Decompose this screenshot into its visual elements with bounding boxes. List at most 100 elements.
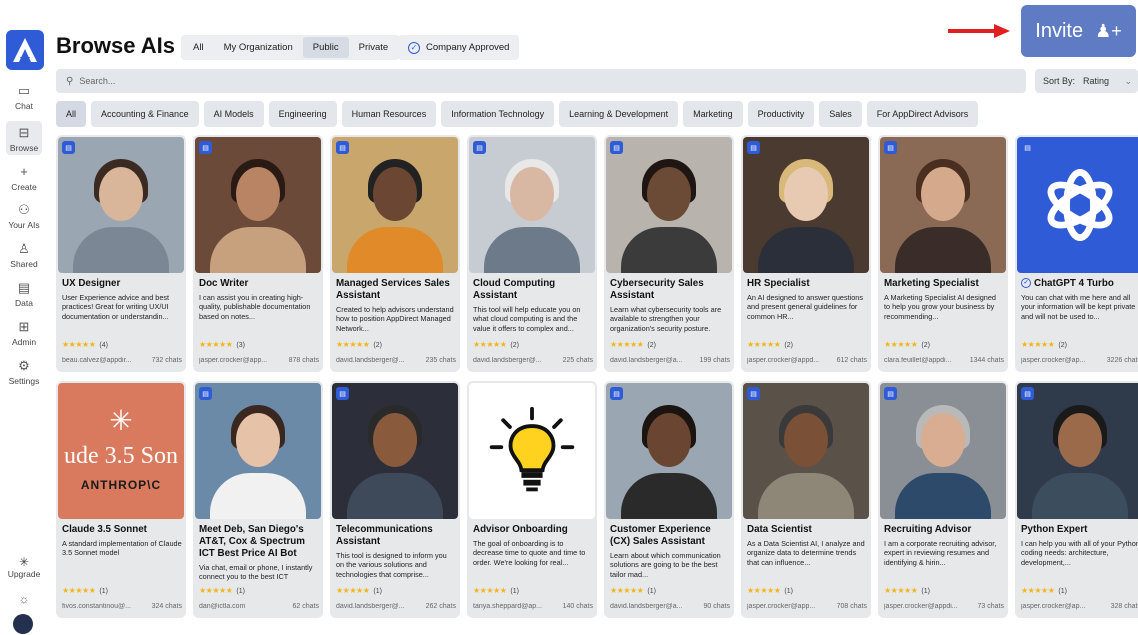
chat-count: 612 chats — [836, 357, 867, 364]
tab-public[interactable]: Public — [302, 37, 349, 58]
rating-count: (2) — [373, 342, 382, 349]
ai-card-name: ✓ ChatGPT 4 Turbo — [1021, 278, 1138, 290]
ai-card-image — [58, 137, 184, 273]
portrait-image — [195, 137, 321, 273]
avatar[interactable] — [13, 614, 33, 634]
sidebar-item-label: Shared — [10, 259, 38, 269]
rating-count: (4) — [99, 342, 108, 349]
chat-badge-icon: ▤ — [199, 387, 212, 400]
invite-label: Invite — [1035, 19, 1084, 42]
search-input[interactable]: ⚲ Search... — [56, 69, 1026, 93]
category-marketing[interactable]: Marketing — [683, 101, 743, 127]
chat-badge-icon: ▤ — [336, 387, 349, 400]
settings-icon: ⚙ — [18, 358, 30, 373]
ai-card[interactable]: Advisor Onboarding The goal of onboarding… — [467, 381, 597, 618]
ai-card-description: Learn what cybersecurity tools are avail… — [610, 305, 722, 333]
ai-card[interactable]: ▤ Customer Experience (CX) Sales Assistan… — [604, 381, 734, 618]
ai-card[interactable]: ▤ Telecommunications Assistant This tool i… — [330, 381, 460, 618]
ai-card-name: Customer Experience (CX) Sales Assistant — [610, 524, 711, 547]
star-icon: ★★★★★ — [747, 340, 781, 349]
star-icon: ★★★★★ — [473, 340, 507, 349]
app-logo[interactable] — [6, 30, 44, 70]
star-rating: ★★★★★ (1) — [199, 586, 245, 595]
star-rating: ★★★★★ (1) — [610, 586, 656, 595]
company-approved-label: Company Approved — [426, 42, 510, 53]
ai-card-name: Managed Services Sales Assistant — [336, 278, 450, 301]
sidebar-item-shared[interactable]: ♙ Shared — [0, 242, 48, 270]
sort-select[interactable]: Sort By: Rating ⌄ — [1035, 69, 1138, 93]
sidebar-item-admin[interactable]: ⊞ Admin — [0, 320, 48, 348]
ai-card[interactable]: ▤ Marketing Specialist A Marketing Special… — [878, 135, 1008, 372]
category-sales[interactable]: Sales — [819, 101, 862, 127]
sidebar-item-settings[interactable]: ⚙ Settings — [0, 358, 48, 387]
sidebar-item-create[interactable]: + Create — [0, 165, 48, 193]
ai-card-footer: dan@ictla.com 62 chats — [199, 603, 319, 610]
ai-card-name: Advisor Onboarding — [473, 524, 568, 535]
ai-card[interactable]: ▤ Python Expert I can help you with all of… — [1015, 381, 1138, 618]
star-rating: ★★★★★ (2) — [336, 340, 382, 349]
ai-card[interactable]: ▤ Cybersecurity Sales Assistant Learn what… — [604, 135, 734, 372]
ai-card-image — [880, 137, 1006, 273]
star-icon: ★★★★★ — [199, 586, 233, 595]
ai-card[interactable]: ✳ ude 3.5 Son ANTHROP\C Claude 3.5 Sonnet A … — [56, 381, 186, 618]
rating-count: (1) — [236, 588, 245, 595]
category-all[interactable]: All — [56, 101, 87, 127]
ai-card-name: Recruiting Advisor — [884, 524, 972, 535]
chat-count: 73 chats — [977, 603, 1004, 610]
category-human-resources[interactable]: Human Resources — [341, 101, 437, 127]
claude-burst-icon: ✳ — [109, 405, 133, 436]
category-productivity[interactable]: Productivity — [747, 101, 815, 127]
ai-card[interactable]: ▤ Managed Services Sales Assistant Created… — [330, 135, 460, 372]
rating-count: (2) — [784, 342, 793, 349]
sort-label: Sort By: — [1043, 76, 1076, 86]
ai-card[interactable]: ▤ Meet Deb, San Diego's AT&T, Cox & Spect… — [193, 381, 323, 618]
star-rating: ★★★★★ (2) — [884, 340, 930, 349]
chat-badge-icon: ▤ — [62, 141, 75, 154]
rating-count: (3) — [236, 342, 245, 349]
category-learning-development[interactable]: Learning & Development — [559, 101, 679, 127]
category-filters: All Accounting & Finance AI Models Engin… — [56, 101, 979, 127]
tab-private[interactable]: Private — [349, 37, 399, 58]
portrait-image — [880, 383, 1006, 519]
tab-my-organization[interactable]: My Organization — [214, 37, 303, 58]
ai-card-description: I am a corporate recruiting advisor, exp… — [884, 539, 997, 567]
ai-card-footer: tanya.sheppard@ap... 140 chats — [473, 603, 593, 610]
ai-card-footer: david.landsberger@... 262 chats — [336, 603, 456, 610]
category-engineering[interactable]: Engineering — [268, 101, 337, 127]
chat-badge-icon: ▤ — [336, 141, 349, 154]
ai-card[interactable]: ▤ Doc Writer I can assist you in creating … — [193, 135, 323, 372]
upgrade-button[interactable]: ✳ Upgrade — [0, 555, 48, 579]
your-ais-icon: ⚇ — [18, 202, 30, 217]
ai-card[interactable]: ▤ ✓ ChatGPT 4 Turbo You can chat with me he… — [1015, 135, 1138, 372]
ai-card-footer: beau.calvez@appdir... 732 chats — [62, 357, 182, 364]
category-ai-models[interactable]: AI Models — [203, 101, 264, 127]
ai-card[interactable]: ▤ HR Specialist An AI designed to answer q… — [741, 135, 871, 372]
chat-count: 732 chats — [151, 357, 182, 364]
category-accounting-finance[interactable]: Accounting & Finance — [91, 101, 199, 127]
category-information-technology[interactable]: Information Technology — [441, 101, 555, 127]
theme-toggle[interactable]: ☼ — [0, 592, 48, 606]
ai-card[interactable]: ▤ UX Designer User Experience advice and b… — [56, 135, 186, 372]
ai-card[interactable]: ▤ Recruiting Advisor I am a corporate recr… — [878, 381, 1008, 618]
author-email: david.landsberger@a... — [610, 603, 683, 610]
ai-card-name: Marketing Specialist — [884, 278, 979, 289]
sidebar-item-chat[interactable]: ▭ Chat — [0, 84, 48, 112]
category-for-appdirect-advisors[interactable]: For AppDirect Advisors — [866, 101, 979, 127]
tab-all[interactable]: All — [183, 37, 214, 58]
ai-card[interactable]: ▤ Data Scientist As a Data Scientist AI, I… — [741, 381, 871, 618]
rating-count: (1) — [921, 588, 930, 595]
chat-badge-icon: ▤ — [884, 387, 897, 400]
sidebar-item-data[interactable]: ▤ Data — [0, 280, 48, 309]
ai-card-image — [1017, 137, 1138, 273]
chat-badge-icon: ▤ — [747, 141, 760, 154]
ai-card[interactable]: ▤ Cloud Computing Assistant This tool will… — [467, 135, 597, 372]
ai-card-footer: jasper.crocker@ap... 3226 chats — [1021, 357, 1138, 364]
ai-card-name: HR Specialist — [747, 278, 810, 289]
company-approved-filter[interactable]: ✓ Company Approved — [398, 35, 520, 60]
sidebar-item-your-ais[interactable]: ⚇ Your AIs — [0, 202, 48, 231]
star-rating: ★★★★★ (2) — [610, 340, 656, 349]
chat-badge-icon: ▤ — [610, 387, 623, 400]
data-icon: ▤ — [17, 280, 31, 295]
sidebar-item-browse[interactable]: ⊟ Browse — [6, 121, 42, 155]
invite-button[interactable]: Invite ♟+ — [1021, 5, 1136, 57]
